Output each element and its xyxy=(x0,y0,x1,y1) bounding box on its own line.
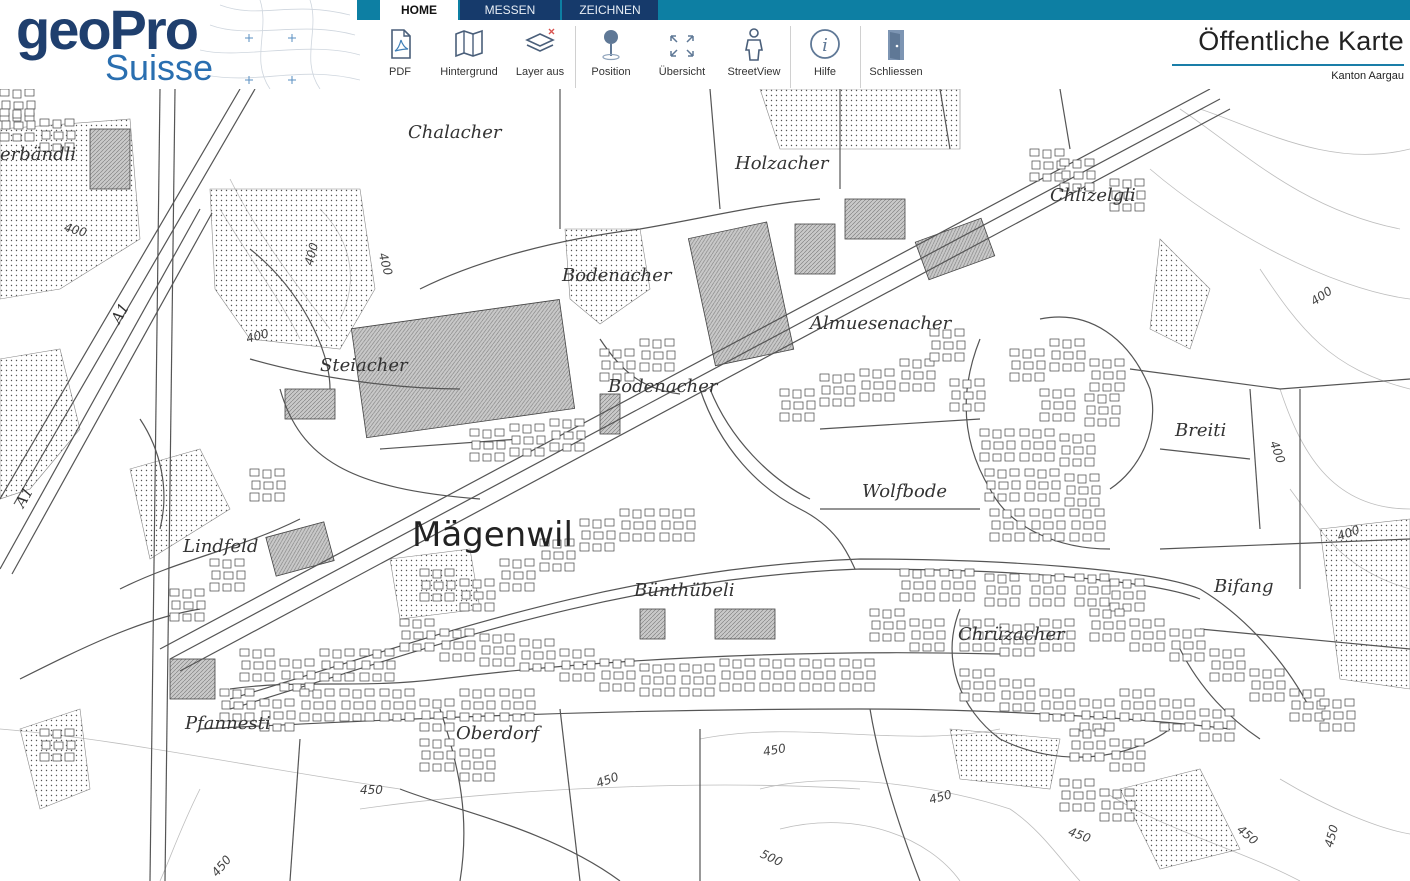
toolbar-separator xyxy=(575,26,576,88)
pdf-label: PDF xyxy=(389,66,411,78)
page-subtitle: Kanton Aargau xyxy=(1331,70,1404,82)
toolbar-separator xyxy=(790,26,791,88)
place-label-holzacher: Holzacher xyxy=(735,153,829,174)
place-label-lindfeld: Lindfeld xyxy=(183,536,259,557)
location-pin-icon xyxy=(602,30,620,61)
place-label-oberdorf: Oberdorf xyxy=(456,723,540,744)
place-label-steiacher: Steiacher xyxy=(320,355,408,376)
uebersicht-label: Übersicht xyxy=(658,66,706,78)
position-button[interactable]: Position xyxy=(585,22,637,86)
hilfe-button[interactable]: i Hilfe xyxy=(805,22,845,86)
tab-home[interactable]: HOME xyxy=(380,0,458,20)
door-exit-icon xyxy=(888,30,904,60)
place-label-chlizelgli: Chlizelgli xyxy=(1050,185,1136,206)
hintergrund-label: Hintergrund xyxy=(440,66,498,78)
schliessen-label: Schliessen xyxy=(869,66,923,78)
place-label-pfannesti: Pfannesti xyxy=(185,713,271,734)
logo-suisse-text: Suisse xyxy=(105,47,214,88)
topo-pattern-decoration xyxy=(200,0,360,89)
contour-label: 450 xyxy=(360,783,383,797)
place-label-chalacher: Chalacher xyxy=(408,122,502,143)
place-label-buenthubeli: Bünthübeli xyxy=(634,580,735,601)
place-label-almuesenacher: Almuesenacher xyxy=(810,313,952,334)
town-label: Mägenwil xyxy=(412,515,573,555)
streetview-label: StreetView xyxy=(727,66,781,78)
pdf-icon xyxy=(391,29,411,59)
layer-aus-label: Layer aus xyxy=(515,66,565,78)
toolbar-separator xyxy=(860,26,861,88)
schliessen-button[interactable]: Schliessen xyxy=(866,22,926,86)
place-label-breiti: Breiti xyxy=(1175,420,1227,441)
place-label-bifang: Bifang xyxy=(1214,576,1274,597)
title-area: Öffentliche Karte Kanton Aargau xyxy=(1164,26,1404,86)
position-label: Position xyxy=(591,66,631,78)
info-icon: i xyxy=(810,29,840,59)
pegman-icon xyxy=(745,28,763,61)
map-background-icon xyxy=(455,29,483,58)
place-label-wolfbode: Wolfbode xyxy=(862,481,948,502)
place-label-chruezacher: Chrüzacher xyxy=(958,624,1065,645)
geopro-logo[interactable]: geoPro Suisse xyxy=(0,0,360,89)
tab-zeichnen[interactable]: ZEICHNEN xyxy=(562,0,658,20)
layers-off-icon xyxy=(525,28,555,52)
pdf-button[interactable]: PDF xyxy=(380,22,420,86)
place-label-bodenacher: Bodenacher xyxy=(562,265,672,286)
extent-icon xyxy=(670,35,694,57)
map-view[interactable]: Mägenwil Chalacher Holzacher Chlizelgli … xyxy=(0,89,1410,881)
streetview-button[interactable]: StreetView xyxy=(723,22,785,86)
hintergrund-button[interactable]: Hintergrund xyxy=(435,22,503,86)
title-underline xyxy=(1172,64,1404,66)
place-label-bodenacher: Bodenacher xyxy=(608,376,718,397)
app-header: geoPro Suisse HOME MESSEN ZEICHNEN PDF H… xyxy=(0,0,1410,89)
place-label-erbaendli: erbändli xyxy=(0,144,77,165)
page-title: Öffentliche Karte xyxy=(1198,26,1404,56)
tab-messen[interactable]: MESSEN xyxy=(460,0,560,20)
hilfe-label: Hilfe xyxy=(813,66,836,78)
uebersicht-button[interactable]: Übersicht xyxy=(653,22,711,86)
svg-text:i: i xyxy=(822,35,828,56)
layer-aus-button[interactable]: Layer aus xyxy=(511,22,569,86)
map-canvas xyxy=(0,89,1410,881)
